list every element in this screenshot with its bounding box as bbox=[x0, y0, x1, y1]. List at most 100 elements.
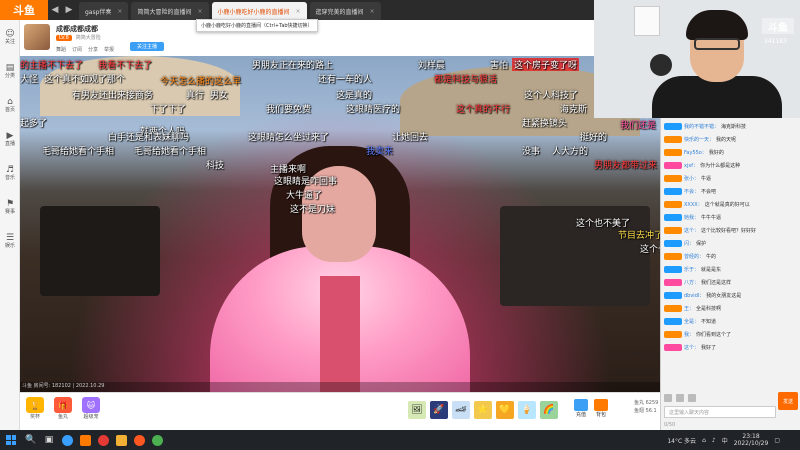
chat-username[interactable]: 闪： bbox=[684, 240, 694, 247]
gift-superpet[interactable]: 🐱 超级宠 bbox=[82, 397, 100, 420]
sidebar-item-live[interactable]: ▶ 直播 bbox=[0, 122, 20, 156]
wechat-icon[interactable] bbox=[148, 430, 166, 450]
gift-trophy[interactable]: 🏆 奖杯 bbox=[26, 397, 44, 420]
tab-jianjian[interactable]: 简简大冒险的直播间 × bbox=[131, 2, 209, 20]
gift-fishball[interactable]: 🎁 鱼丸 bbox=[54, 397, 72, 420]
folder-icon[interactable] bbox=[112, 430, 130, 450]
network-icon[interactable]: ⌂ bbox=[702, 437, 706, 444]
gift-item[interactable]: 🚀 bbox=[430, 401, 448, 419]
clock-date: 2022/10/29 bbox=[733, 440, 769, 447]
chrome-icon[interactable] bbox=[58, 430, 76, 450]
chat-message[interactable]: 我： 你们看到这个了 bbox=[662, 328, 798, 341]
tab-label: 逛穿完美的直播间 bbox=[315, 8, 364, 16]
gift-item[interactable]: 🏎 bbox=[452, 401, 470, 419]
chat-message[interactable]: 王： 全是科技啊 bbox=[662, 302, 798, 315]
chat-username[interactable]: 她我： bbox=[684, 214, 699, 221]
chat-username[interactable]: xjxf： bbox=[684, 162, 698, 169]
streamer-avatar[interactable] bbox=[24, 24, 50, 50]
chat-input[interactable]: 这里输入聊天内容 bbox=[664, 406, 776, 418]
meta-report[interactable]: 举报 bbox=[104, 46, 114, 53]
gift-item[interactable]: ⭐ bbox=[474, 401, 492, 419]
chat-message[interactable]: 这个： 这个比较好看吧？好好好 bbox=[662, 224, 798, 237]
chat-username[interactable]: 这个： bbox=[684, 344, 699, 351]
chat-username[interactable]: 八方： bbox=[684, 279, 699, 286]
sidebar-item-music[interactable]: ♬ 音乐 bbox=[0, 156, 20, 190]
gift-item[interactable]: 🖼 bbox=[408, 401, 426, 419]
sidebar-item-follow[interactable]: ☺ 关注 bbox=[0, 20, 20, 54]
obs-icon[interactable] bbox=[130, 430, 148, 450]
gift-item[interactable]: 🌈 bbox=[540, 401, 558, 419]
meta-category[interactable]: 舞蹈 bbox=[56, 46, 66, 53]
meta-subscribe[interactable]: 订阅 bbox=[72, 46, 82, 53]
chat-username[interactable]: 我的不错不错： bbox=[684, 123, 719, 130]
chat-message[interactable]: 我的不错不错： 海克斯科技 bbox=[662, 120, 798, 133]
sidebar-item-fun[interactable]: ☰ 娱乐 bbox=[0, 224, 20, 258]
close-icon[interactable]: × bbox=[197, 8, 202, 15]
chat-username[interactable]: 全是： bbox=[684, 318, 699, 325]
chat-message[interactable]: XXXX： 这个就是真的好可以 bbox=[662, 198, 798, 211]
douyu-logo[interactable]: 斗鱼 bbox=[0, 0, 48, 20]
chat-message[interactable]: 闪： 保护 bbox=[662, 237, 798, 250]
back-icon[interactable]: ◀ bbox=[48, 0, 62, 20]
fan-level-badge bbox=[664, 279, 682, 286]
taskview-icon[interactable]: ▣ bbox=[40, 430, 58, 450]
chat-username[interactable]: Fay55o： bbox=[684, 149, 707, 156]
chat-message[interactable]: 曾经的： 牛的 bbox=[662, 250, 798, 263]
meta-share[interactable]: 分享 bbox=[88, 46, 98, 53]
volume-icon[interactable]: ♪ bbox=[712, 437, 716, 444]
weather-widget[interactable]: 14°C 多云 bbox=[667, 436, 696, 445]
search-icon[interactable]: 🔍 bbox=[22, 430, 40, 450]
sidebar-item-category[interactable]: ▤ 分类 bbox=[0, 54, 20, 88]
chat-message[interactable]: 快乐的一天： 我的天呢 bbox=[662, 133, 798, 146]
chat-message[interactable]: 乐于： 就是是东 bbox=[662, 263, 798, 276]
forward-icon[interactable]: ▶ bbox=[62, 0, 76, 20]
close-icon[interactable]: × bbox=[117, 8, 122, 15]
chat-message[interactable]: dbvidl： 我的女朋友这是 bbox=[662, 289, 798, 302]
notification-icon[interactable]: ▢ bbox=[774, 437, 780, 444]
douyu-app-icon[interactable] bbox=[76, 430, 94, 450]
gift-item[interactable]: 🍦 bbox=[518, 401, 536, 419]
start-button[interactable] bbox=[0, 430, 22, 450]
tab-label: 小鹿小鹿吃好小鹿的直播间 bbox=[217, 8, 290, 16]
tab-xiaolu[interactable]: 小鹿小鹿吃好小鹿的直播间 × bbox=[211, 2, 307, 20]
recharge-button[interactable]: 充值 bbox=[574, 399, 588, 418]
chat-message[interactable]: Fay55o： 我好的 bbox=[662, 146, 798, 159]
chat-message[interactable]: 八方： 我们还是这样 bbox=[662, 276, 798, 289]
chat-username[interactable]: 这个： bbox=[684, 227, 699, 234]
chat-message[interactable]: 张小： 牛逼 bbox=[662, 172, 798, 185]
emoji-icon[interactable] bbox=[664, 394, 672, 402]
chat-username[interactable]: XXXX： bbox=[684, 201, 703, 208]
close-icon[interactable]: × bbox=[370, 8, 375, 15]
chat-message[interactable]: xjxf： 你为什么都是这种 bbox=[662, 159, 798, 172]
chat-username[interactable]: 快乐的一天： bbox=[684, 136, 714, 143]
close-icon[interactable]: × bbox=[296, 8, 301, 15]
fan-badge-icon[interactable] bbox=[676, 394, 684, 402]
sidebar-item-label: 首页 bbox=[4, 106, 15, 113]
chat-username[interactable]: 张小： bbox=[684, 175, 699, 182]
color-icon[interactable] bbox=[688, 394, 696, 402]
tab-yichuan[interactable]: 逛穿完美的直播间 × bbox=[309, 2, 381, 20]
ime-indicator[interactable]: 中 bbox=[722, 436, 728, 445]
streamer-name[interactable]: 简简大冒险 bbox=[76, 34, 101, 41]
chat-username[interactable]: 曾经的： bbox=[684, 253, 704, 260]
video-player[interactable]: 斗鱼 房间号: 182102 | 2022.10.29 的主播不下去了 我看不下去… bbox=[20, 56, 660, 392]
chat-username[interactable]: 王： bbox=[684, 305, 694, 312]
sidebar-item-home[interactable]: ⌂ 首页 bbox=[0, 88, 20, 122]
chat-message[interactable]: 这个： 我好了 bbox=[662, 341, 798, 354]
chat-list[interactable]: 我的不错不错： 海克斯科技 快乐的一天： 我的天呢 Fay55o： 我好的 xjxf： 你为什… bbox=[662, 120, 798, 382]
chat-message[interactable]: 全是： 不知道 bbox=[662, 315, 798, 328]
clock[interactable]: 23:18 2022/10/29 bbox=[734, 433, 769, 447]
chat-username[interactable]: 我： bbox=[684, 331, 694, 338]
tab-gasp[interactable]: gasp伴奏 × bbox=[79, 2, 129, 20]
chat-username[interactable]: dbvidl： bbox=[684, 292, 704, 299]
chat-username[interactable]: 不会： bbox=[684, 188, 699, 195]
chat-message[interactable]: 她我： 牛牛牛逼 bbox=[662, 211, 798, 224]
sidebar-item-match[interactable]: ⚑ 赛事 bbox=[0, 190, 20, 224]
netease-music-icon[interactable] bbox=[94, 430, 112, 450]
follow-button[interactable]: 关注主播 bbox=[130, 42, 164, 51]
send-button[interactable]: 发送 bbox=[778, 392, 798, 410]
backpack-button[interactable]: 背包 bbox=[594, 399, 608, 418]
chat-username[interactable]: 乐于： bbox=[684, 266, 699, 273]
gift-item[interactable]: 💛 bbox=[496, 401, 514, 419]
chat-message[interactable]: 不会： 不会吧 bbox=[662, 185, 798, 198]
